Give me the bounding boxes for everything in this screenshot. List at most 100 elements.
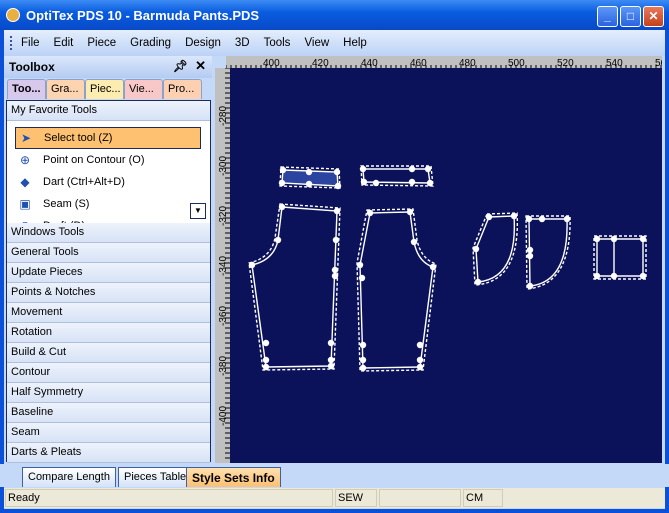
piece-point[interactable]	[327, 356, 335, 364]
piece-point[interactable]	[305, 168, 313, 176]
piece-point[interactable]	[416, 363, 424, 371]
piece-point[interactable]	[416, 341, 424, 349]
piece-point[interactable]	[333, 168, 341, 176]
piece-point[interactable]	[563, 215, 571, 223]
piece-point[interactable]	[593, 272, 601, 280]
piece-point[interactable]	[510, 212, 518, 220]
piece-point[interactable]	[356, 261, 364, 269]
toolbox-tab[interactable]: Too...	[7, 79, 46, 99]
piece-point[interactable]	[331, 266, 339, 274]
piece-point[interactable]	[406, 208, 414, 216]
menu-3d[interactable]: 3D	[235, 37, 250, 49]
piece-point[interactable]	[262, 339, 270, 347]
tool-item[interactable]: ▮ Draft (D)	[15, 215, 85, 223]
piece-point[interactable]	[274, 236, 282, 244]
toolbox-section[interactable]: Update Pieces	[7, 263, 210, 283]
menu-tools[interactable]: Tools	[264, 37, 291, 49]
toolbox-section[interactable]: Points & Notches	[7, 283, 210, 303]
piece-point[interactable]	[332, 236, 340, 244]
piece-point[interactable]	[639, 272, 647, 280]
piece-point[interactable]	[359, 364, 367, 372]
tool-item[interactable]: ◆ Dart (Ctrl+Alt+D)	[15, 171, 125, 193]
menu-view[interactable]: View	[304, 37, 329, 49]
piece-point[interactable]	[360, 178, 368, 186]
piece-point[interactable]	[366, 209, 374, 217]
piece-point[interactable]	[426, 179, 434, 187]
drawing-canvas[interactable]	[230, 68, 662, 463]
piece-point[interactable]	[410, 238, 418, 246]
toolbox-tab[interactable]: Piec...	[85, 79, 124, 99]
piece-point[interactable]	[279, 166, 287, 174]
front-pant-piece[interactable]	[248, 203, 341, 371]
piece-point[interactable]	[278, 203, 286, 211]
toolbox-section[interactable]: Rotation	[7, 323, 210, 343]
toolbox-section[interactable]: Darts & Pleats	[7, 443, 210, 463]
piece-point[interactable]	[408, 178, 416, 186]
maximize-button[interactable]: □	[620, 6, 641, 27]
piece-point[interactable]	[262, 363, 270, 371]
menu-piece[interactable]: Piece	[87, 37, 116, 49]
toolbox-section[interactable]: Half Symmetry	[7, 383, 210, 403]
piece-point[interactable]	[408, 165, 416, 173]
toolbox-section[interactable]: Baseline	[7, 403, 210, 423]
back-pant-piece[interactable]	[356, 208, 437, 372]
toolbox-tab[interactable]: Vie...	[124, 79, 163, 99]
piece-point[interactable]	[526, 246, 534, 254]
piece-point[interactable]	[278, 179, 286, 187]
piece-point[interactable]	[262, 356, 270, 364]
band-piece[interactable]	[360, 165, 434, 187]
piece-point[interactable]	[526, 282, 534, 290]
tab-style-sets-info[interactable]: Style Sets Info	[186, 467, 281, 487]
minimize-button[interactable]: _	[597, 6, 618, 27]
piece-point[interactable]	[538, 215, 546, 223]
piece-point[interactable]	[358, 274, 366, 282]
scroll-down-button[interactable]: ▼	[190, 203, 206, 219]
tool-item[interactable]: ➤ Select tool (Z)	[15, 127, 201, 149]
piece-point[interactable]	[416, 356, 424, 364]
piece-point[interactable]	[485, 213, 493, 221]
piece-point[interactable]	[372, 179, 380, 187]
favorites-header[interactable]: My Favorite Tools	[7, 101, 210, 121]
close-button[interactable]: ✕	[643, 6, 664, 27]
piece-point[interactable]	[327, 339, 335, 347]
menu-design[interactable]: Design	[185, 37, 221, 49]
pin-icon[interactable]: 📌︎	[173, 59, 188, 73]
menu-help[interactable]: Help	[343, 37, 367, 49]
tool-item[interactable]: ▣ Seam (S)	[15, 193, 89, 215]
menu-grading[interactable]: Grading	[130, 37, 171, 49]
piece-point[interactable]	[610, 272, 618, 280]
piece-point[interactable]	[334, 182, 342, 190]
pocket-piece[interactable]	[472, 212, 519, 286]
piece-point[interactable]	[593, 235, 601, 243]
close-toolbox-icon[interactable]: ✕	[195, 58, 206, 74]
piece-point[interactable]	[525, 215, 533, 223]
tab-pieces-table[interactable]: Pieces Table	[118, 467, 193, 487]
pocket-facing-piece[interactable]	[525, 215, 571, 290]
toolbox-section[interactable]: Contour	[7, 363, 210, 383]
tab-compare-length[interactable]: Compare Length	[22, 467, 116, 487]
piece-point[interactable]	[248, 261, 256, 269]
toolbox-section[interactable]: Windows Tools	[7, 223, 210, 243]
toolbox-section[interactable]: Seam	[7, 423, 210, 443]
toolbox-tab[interactable]: Gra...	[46, 79, 85, 99]
piece-point[interactable]	[359, 341, 367, 349]
toolbox-section[interactable]: General Tools	[7, 243, 210, 263]
piece-point[interactable]	[474, 278, 482, 286]
tool-item[interactable]: ⊕ Point on Contour (O)	[15, 149, 145, 171]
piece-point[interactable]	[333, 207, 341, 215]
piece-point[interactable]	[472, 245, 480, 253]
piece-point[interactable]	[359, 165, 367, 173]
toolbox-section[interactable]: Build & Cut	[7, 343, 210, 363]
menu-edit[interactable]: Edit	[54, 37, 74, 49]
toolbox-tab[interactable]: Pro...	[163, 79, 202, 99]
menu-file[interactable]: File	[21, 37, 40, 49]
square-piece[interactable]	[593, 235, 647, 280]
toolbox-section[interactable]: Movement	[7, 303, 210, 323]
piece-point[interactable]	[610, 235, 618, 243]
piece-point[interactable]	[526, 252, 534, 260]
piece-point[interactable]	[639, 235, 647, 243]
piece-point[interactable]	[327, 362, 335, 370]
piece-point[interactable]	[429, 263, 437, 271]
piece-point[interactable]	[359, 356, 367, 364]
piece-point[interactable]	[424, 165, 432, 173]
